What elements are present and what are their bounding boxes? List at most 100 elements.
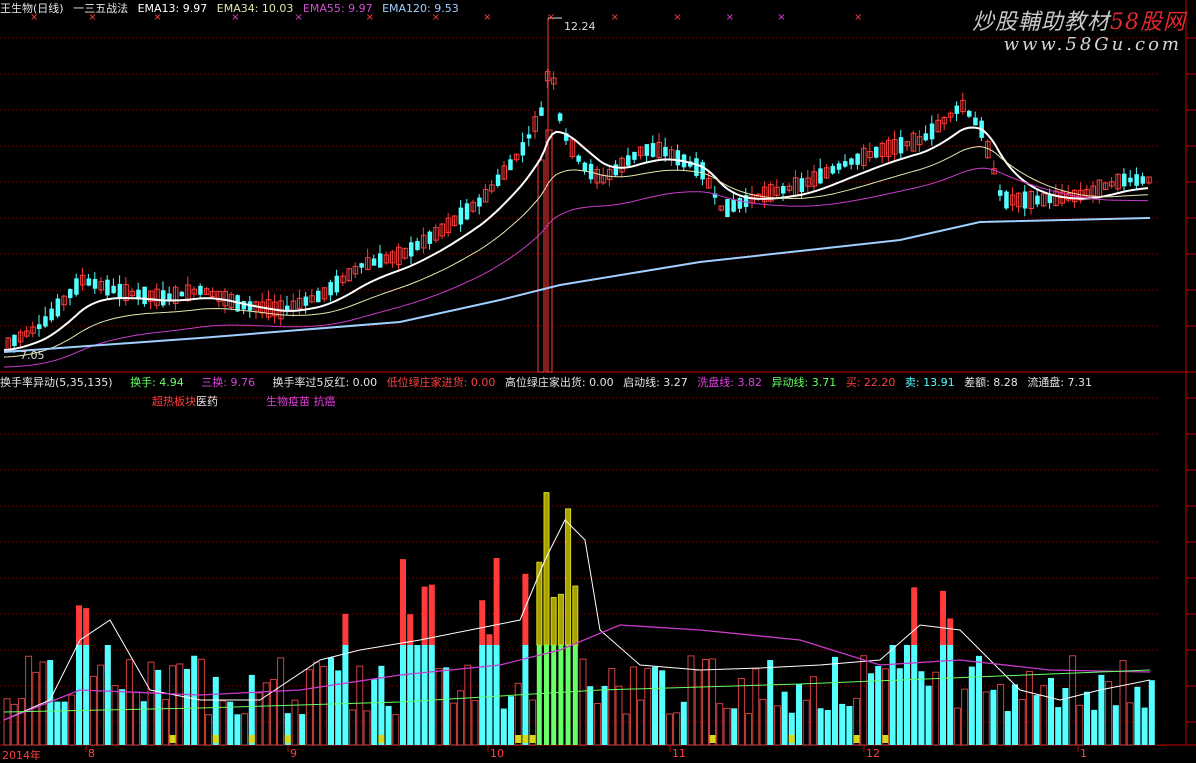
turnover-bar-cyan [407,645,414,745]
marker-square [529,735,536,743]
marker-square [284,735,291,743]
turnover-bar-outline [1069,655,1077,746]
candle-body-down [626,155,631,166]
turnover-bar-cyan [817,708,824,745]
top-marker-x: × [611,12,619,23]
candlestick-series [5,17,1152,373]
candle-body-down [316,290,321,303]
candle-body-down [557,113,563,121]
turnover-bar-outline [277,657,285,746]
turnover-bar-outline [111,684,119,746]
turnover-bar-cyan [1004,711,1011,745]
turnover-bar-cyan [479,645,486,745]
turnover-bar-cyan [846,706,853,745]
marker-square [169,735,176,743]
abnormal-line-value: 异动线: 3.71 [771,376,837,389]
industry-tag[interactable]: 医药 [196,393,218,409]
candle-body-down [539,107,544,116]
candle-body-down [427,231,433,244]
ema13-line [3,126,1149,351]
turnover-bar-outline [953,707,961,746]
candle-body-down [477,197,482,207]
candle-body-down [303,296,309,306]
top-marker-x: × [777,12,785,23]
price-low-label: 7.05 [20,349,45,362]
x-label-nov: 11 [672,747,686,760]
watermark-text-gray: 炒股輔助教材 [971,10,1110,35]
turnover-bar-outline [982,691,990,746]
turnover-bar-yellow [572,585,579,646]
candle-body-down [929,123,935,140]
turnover-bar-red [486,634,493,645]
turnover-bar-red [407,614,414,645]
candle-body-down [1140,176,1146,184]
turnover-bar-outline [1119,660,1127,746]
top-marker-x: × [673,12,681,23]
turnover-bar-red [493,558,500,645]
turnover-bar-cyan [54,701,61,745]
candle-body-down [675,150,681,166]
candle-body-down [998,190,1003,196]
turnover-bar-cyan [1134,686,1141,745]
candle-body-down [167,293,172,300]
method-name: 一三五战法 [73,2,129,15]
candle-body-down [111,285,116,294]
turnover-bar-cyan [904,645,910,745]
turnover-bar-cyan [976,655,982,745]
top-marker-x: × [854,12,862,23]
turnover-bar-outline [17,698,25,746]
indicator-name[interactable]: 换手率异动(5,35,135) [0,376,113,389]
turnover-bar-outline [205,714,213,746]
ema-lines [3,126,1151,368]
turnover-bar-red [421,586,428,645]
candle-body-down [142,286,147,305]
x-label-oct: 10 [490,747,504,760]
turnover-bar-cyan [587,686,594,745]
turnover-bar-outline [291,699,299,746]
candle-body-down [799,178,805,193]
turnover-bar-cyan [990,689,997,745]
candle-body-down [49,308,54,321]
turnover-bar-cyan [796,683,802,745]
turnover-bar-cyan [234,714,241,745]
candle-body-down [1035,195,1040,205]
candle-body-down [415,241,420,250]
candle-body-down [12,334,17,346]
difference-value: 差额: 8.28 [964,376,1018,389]
candle-body-down [55,298,61,317]
candle-body-down [632,151,637,160]
turnover-bar-green [572,645,578,745]
candle-body-down [409,242,414,257]
candle-body-down [495,174,501,186]
turnover-bar-cyan [212,676,219,745]
stock-name[interactable]: 王生物(日线) [0,2,64,15]
candle-body-down [898,137,904,154]
turnover-bar-cyan [248,674,255,745]
turnover-bar-green [551,645,557,745]
ema120-value: EMA120: 9.53 [382,2,459,15]
hot-sector-tag[interactable]: 超热板块 [152,393,196,409]
turnover-bar-outline [255,692,263,746]
turnover-bar-outline [615,685,623,746]
turnover-bar-outline [673,712,681,746]
turnover-bar-cyan [104,645,111,745]
turnover-bar-outline [125,659,133,746]
turnover-bar-cyan [414,645,421,745]
turnover-bar-outline [701,658,709,746]
concept-tag[interactable]: 生物疫苗 抗癌 [266,393,336,409]
candle-body-down [830,165,836,174]
turnover-bar-outline [161,698,169,746]
candle-body-down [1122,173,1127,187]
candle-body-down [378,253,383,268]
turnover-bar-outline [197,658,205,746]
turnover-bar-red [911,587,918,645]
turnover-bar-outline [593,703,601,746]
turnover-bar-outline [464,664,472,746]
turnover-bar-cyan [1084,691,1090,745]
candle-body-down [43,316,48,327]
turnover-bar-cyan [839,703,846,745]
turnover-bar-cyan [868,673,874,745]
turnover-bar-cyan [911,645,918,745]
ema55-value: EMA55: 9.97 [302,2,373,15]
turnover-bar-red [947,618,954,645]
